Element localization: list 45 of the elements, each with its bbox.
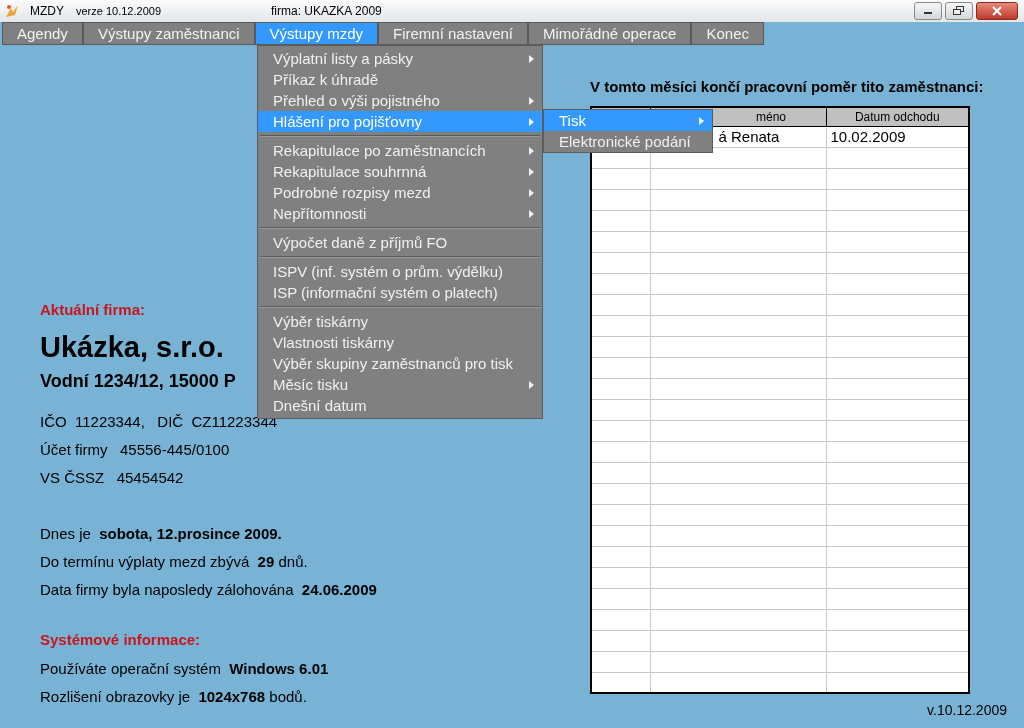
company-address: Vodní 1234/12, 15000 P xyxy=(40,370,236,392)
info-text: Používáte operační systém Windows 6.01 xyxy=(40,659,329,679)
section-heading: Systémové informace: xyxy=(40,630,201,650)
minimize-button[interactable] xyxy=(914,2,942,20)
menu-option[interactable]: Výběr skupiny zaměstnanců pro tisk xyxy=(258,353,542,374)
info-text: Data firmy byla naposledy zálohována 24.06.2009 xyxy=(40,580,377,600)
menu-option[interactable]: Rekapitulace souhrnná xyxy=(258,161,542,182)
info-text: Dnes je sobota, 12.prosince 2009. xyxy=(40,524,282,544)
app-icon xyxy=(4,3,20,19)
menu-item[interactable]: Firemní nastavení xyxy=(378,22,529,45)
menu-option[interactable]: Vlastnosti tiskárny xyxy=(258,332,542,353)
table-title: V tomto měsíci končí pracovní poměr tito zaměstnanci: xyxy=(590,78,985,96)
menu-item[interactable]: Konec xyxy=(691,22,764,45)
info-text: Účet firmy 45556-445/0100 xyxy=(40,440,230,460)
menu-item[interactable]: Výstupy mzdy xyxy=(254,22,378,45)
version-label: v.10.12.2009 xyxy=(927,702,1007,718)
info-text: Rozlišení obrazovky je 1024x768 bodů. xyxy=(40,687,307,707)
close-icon xyxy=(991,6,1003,16)
menu-option[interactable]: ISP (informační systém o platech) xyxy=(258,282,542,303)
menu-option[interactable]: Měsíc tisku xyxy=(258,374,542,395)
restore-icon xyxy=(953,6,965,16)
menu-option[interactable]: Hlášení pro pojišťovny xyxy=(258,111,542,132)
info-text: Do termínu výplaty mezd zbývá 29 dnů. xyxy=(40,552,308,572)
menu-option[interactable]: ISPV (inf. systém o prům. výdělku) xyxy=(258,261,542,282)
menu-option[interactable]: Příkaz k úhradě xyxy=(258,69,542,90)
menu-option[interactable]: Výpočet daně z příjmů FO xyxy=(258,232,542,253)
menu-item[interactable]: Agendy xyxy=(2,22,83,45)
restore-button[interactable] xyxy=(945,2,973,20)
info-text: VS ČSSZ 45454542 xyxy=(40,468,184,488)
company-name: Ukázka, s.r.o. xyxy=(40,330,224,364)
section-heading: Aktuální firma: xyxy=(40,300,145,320)
menu-option[interactable]: Výplatní listy a pásky xyxy=(258,48,542,69)
menu-option[interactable]: Nepřítomnosti xyxy=(258,203,542,224)
menu-item[interactable]: Mimořádné operace xyxy=(528,22,692,45)
app-title: MZDY xyxy=(30,4,64,18)
menu-item[interactable]: Výstupy zaměstnanci xyxy=(82,22,255,45)
menu-option[interactable]: Podrobné rozpisy mezd xyxy=(258,182,542,203)
menu-option[interactable]: Tisk xyxy=(544,110,712,131)
menu-option[interactable]: Přehled o výši pojistného xyxy=(258,90,542,111)
close-button[interactable] xyxy=(976,2,1018,20)
menu-option[interactable]: Rekapitulace po zaměstnancích xyxy=(258,140,542,161)
firm-title: firma: UKAZKA 2009 xyxy=(271,4,382,18)
column-header: Datum odchodu xyxy=(826,107,969,126)
app-version: verze 10.12.2009 xyxy=(76,5,161,17)
menu-option[interactable]: Výběr tiskárny xyxy=(258,311,542,332)
